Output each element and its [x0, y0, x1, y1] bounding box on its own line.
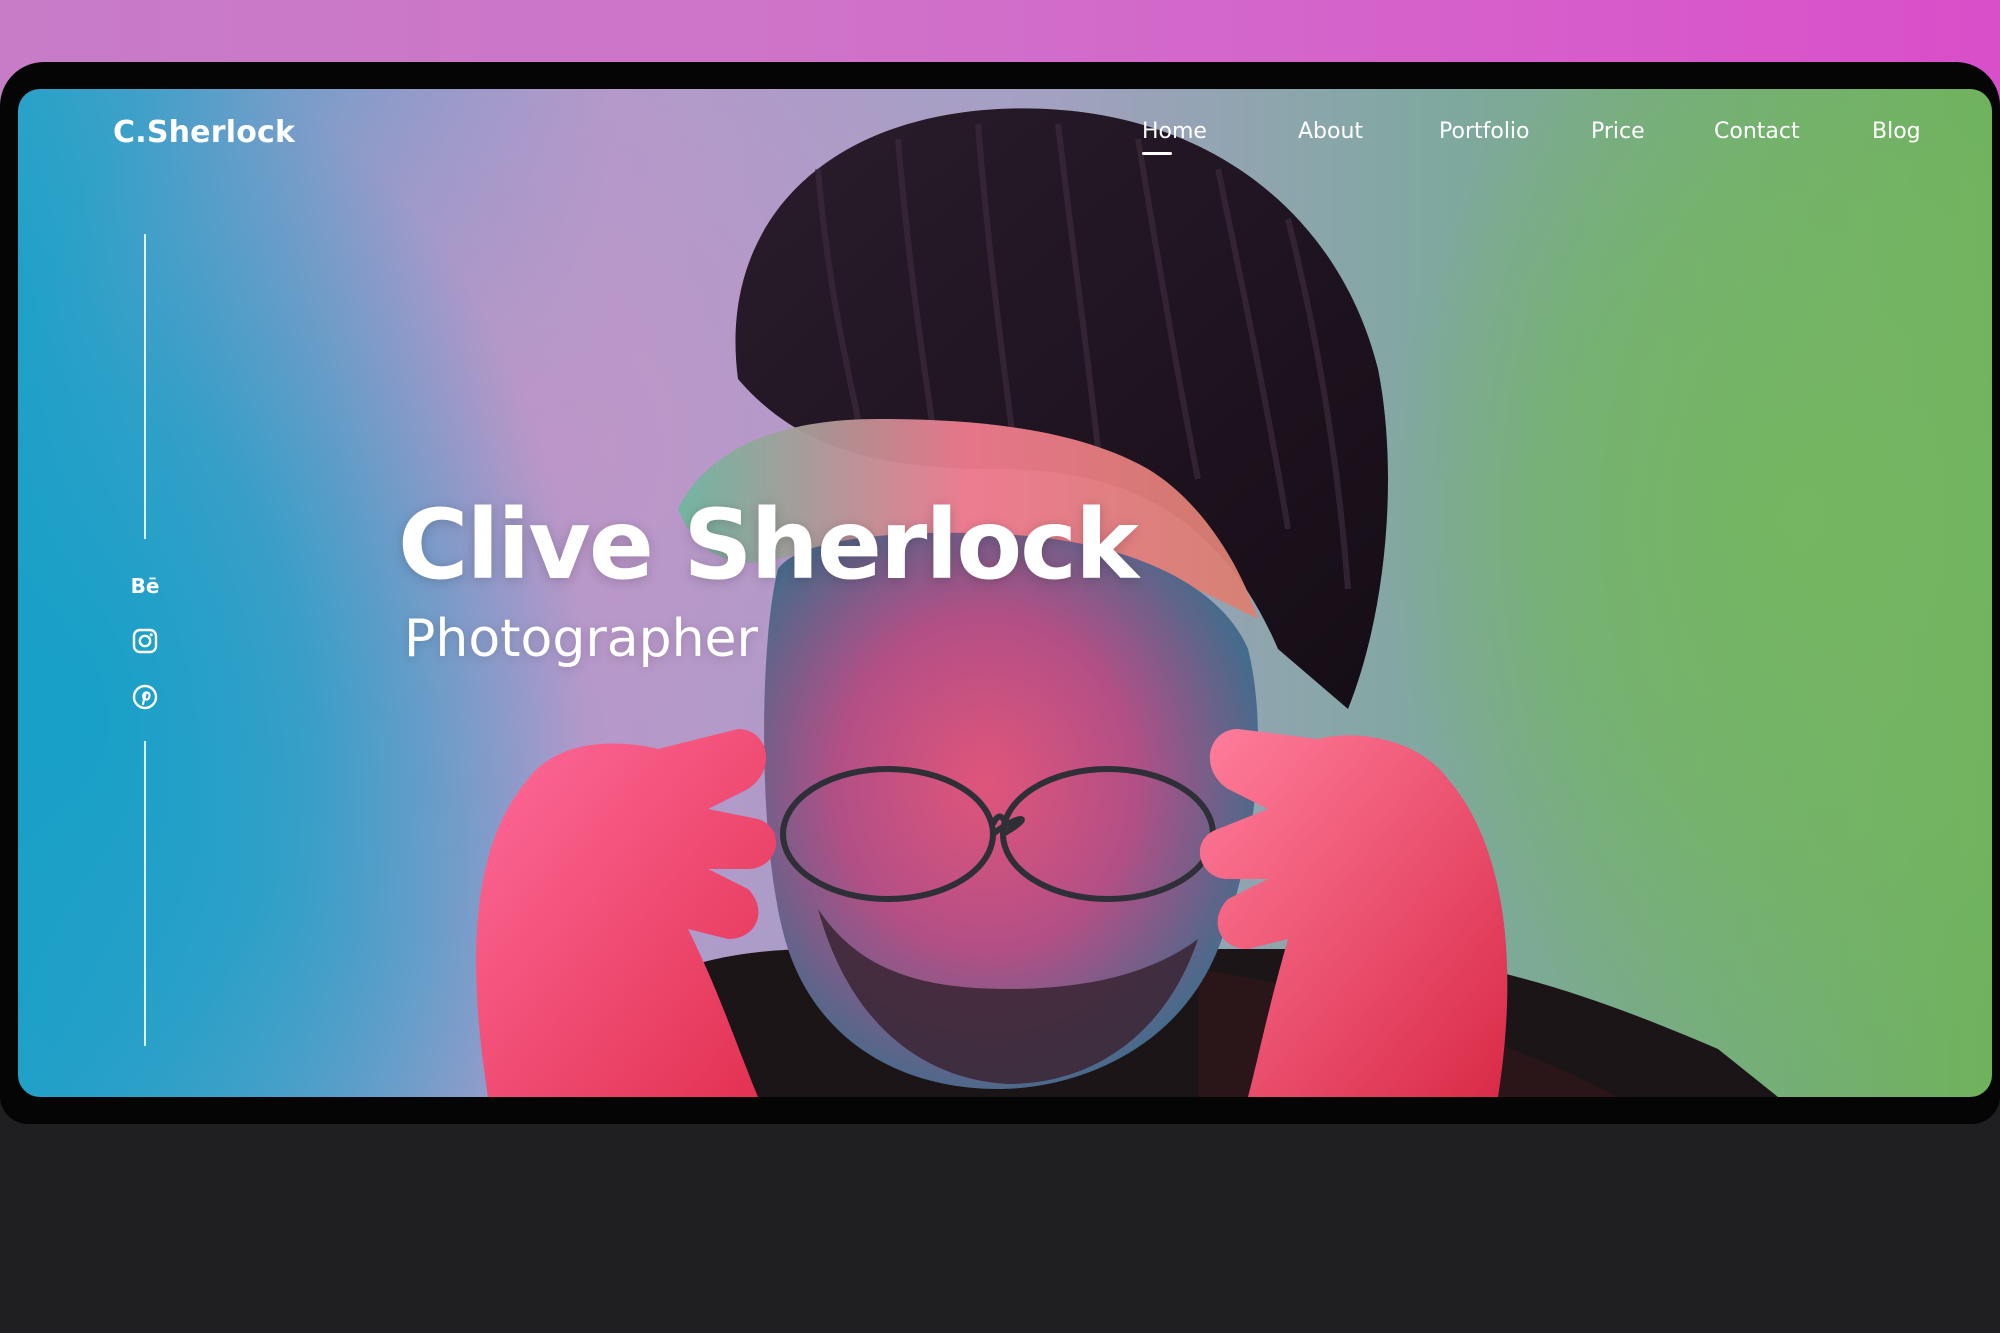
nav-price[interactable]: Price — [1591, 119, 1645, 144]
rail-line-bottom — [144, 741, 146, 1046]
nav-active-indicator — [1142, 152, 1172, 155]
hero-role: Photographer — [404, 609, 758, 669]
website-screen: C.Sherlock Home About Portfolio Price Co… — [18, 89, 1992, 1097]
instagram-glyph — [132, 628, 158, 654]
rail-line-top — [144, 234, 146, 539]
hero-name: Clive Sherlock — [398, 489, 1139, 601]
nav-home[interactable]: Home — [1142, 119, 1207, 144]
pinterest-icon[interactable] — [130, 682, 160, 712]
nav-blog[interactable]: Blog — [1872, 119, 1921, 144]
pinterest-glyph — [132, 684, 158, 710]
nav-about[interactable]: About — [1298, 119, 1363, 144]
instagram-icon[interactable] — [130, 626, 160, 656]
behance-icon[interactable]: Bē — [130, 571, 160, 601]
nav-portfolio[interactable]: Portfolio — [1439, 119, 1530, 144]
behance-label: Bē — [130, 574, 160, 598]
nav-contact[interactable]: Contact — [1714, 119, 1800, 144]
brand-logo[interactable]: C.Sherlock — [113, 115, 295, 150]
